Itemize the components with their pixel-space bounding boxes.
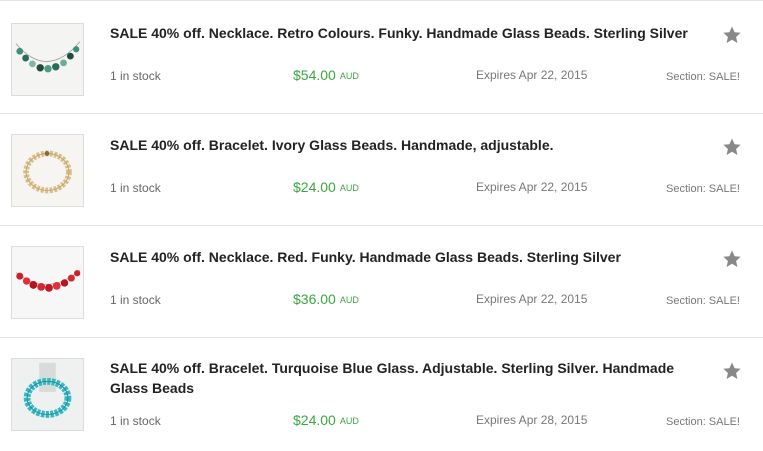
- listing-title[interactable]: SALE 40% off. Bracelet. Turquoise Blue G…: [110, 358, 710, 398]
- bracelet-image-icon: [12, 135, 83, 206]
- listing-thumbnail[interactable]: [11, 23, 84, 96]
- stock-count: 1 in stock: [110, 69, 161, 83]
- listing-thumbnail[interactable]: [11, 358, 84, 431]
- listing-thumbnail[interactable]: [11, 246, 84, 319]
- price-amount: $36.00: [293, 291, 336, 307]
- listing-title[interactable]: SALE 40% off. Necklace. Red. Funky. Hand…: [110, 247, 710, 267]
- listing-row: SALE 40% off. Necklace. Red. Funky. Hand…: [0, 226, 763, 338]
- expiry-date: Expires Apr 22, 2015: [476, 292, 588, 306]
- section-label: Section: SALE!: [666, 71, 740, 83]
- necklace-image-icon: [12, 24, 83, 95]
- listing-thumbnail[interactable]: [11, 134, 84, 207]
- star-icon[interactable]: [722, 137, 742, 157]
- price: $54.00 AUD: [293, 67, 359, 83]
- price: $24.00 AUD: [293, 412, 359, 428]
- section-label: Section: SALE!: [666, 295, 740, 307]
- section-label: Section: SALE!: [666, 416, 740, 428]
- stock-count: 1 in stock: [110, 414, 161, 428]
- listings-list: SALE 40% off. Necklace. Retro Colours. F…: [0, 0, 763, 451]
- stock-count: 1 in stock: [110, 181, 161, 195]
- necklace-image-icon: [12, 247, 83, 318]
- price-currency: AUD: [339, 183, 359, 193]
- listing-row: SALE 40% off. Bracelet. Turquoise Blue G…: [0, 338, 763, 451]
- listing-title[interactable]: SALE 40% off. Bracelet. Ivory Glass Bead…: [110, 135, 710, 155]
- listing-title[interactable]: SALE 40% off. Necklace. Retro Colours. F…: [110, 23, 710, 43]
- section-label: Section: SALE!: [666, 183, 740, 195]
- price: $24.00 AUD: [293, 179, 359, 195]
- star-icon[interactable]: [722, 249, 742, 269]
- star-icon[interactable]: [722, 361, 742, 381]
- expiry-date: Expires Apr 22, 2015: [476, 68, 588, 82]
- star-icon[interactable]: [722, 25, 742, 45]
- price-amount: $24.00: [293, 412, 336, 428]
- listing-row: SALE 40% off. Necklace. Retro Colours. F…: [0, 1, 763, 114]
- listing-row: SALE 40% off. Bracelet. Ivory Glass Bead…: [0, 114, 763, 226]
- bracelet-image-icon: [12, 359, 83, 430]
- price-currency: AUD: [339, 71, 359, 81]
- expiry-date: Expires Apr 22, 2015: [476, 180, 588, 194]
- expiry-date: Expires Apr 28, 2015: [476, 413, 588, 427]
- price-currency: AUD: [339, 295, 359, 305]
- price-currency: AUD: [339, 416, 359, 426]
- price-amount: $54.00: [293, 67, 336, 83]
- stock-count: 1 in stock: [110, 293, 161, 307]
- price-amount: $24.00: [293, 179, 336, 195]
- price: $36.00 AUD: [293, 291, 359, 307]
